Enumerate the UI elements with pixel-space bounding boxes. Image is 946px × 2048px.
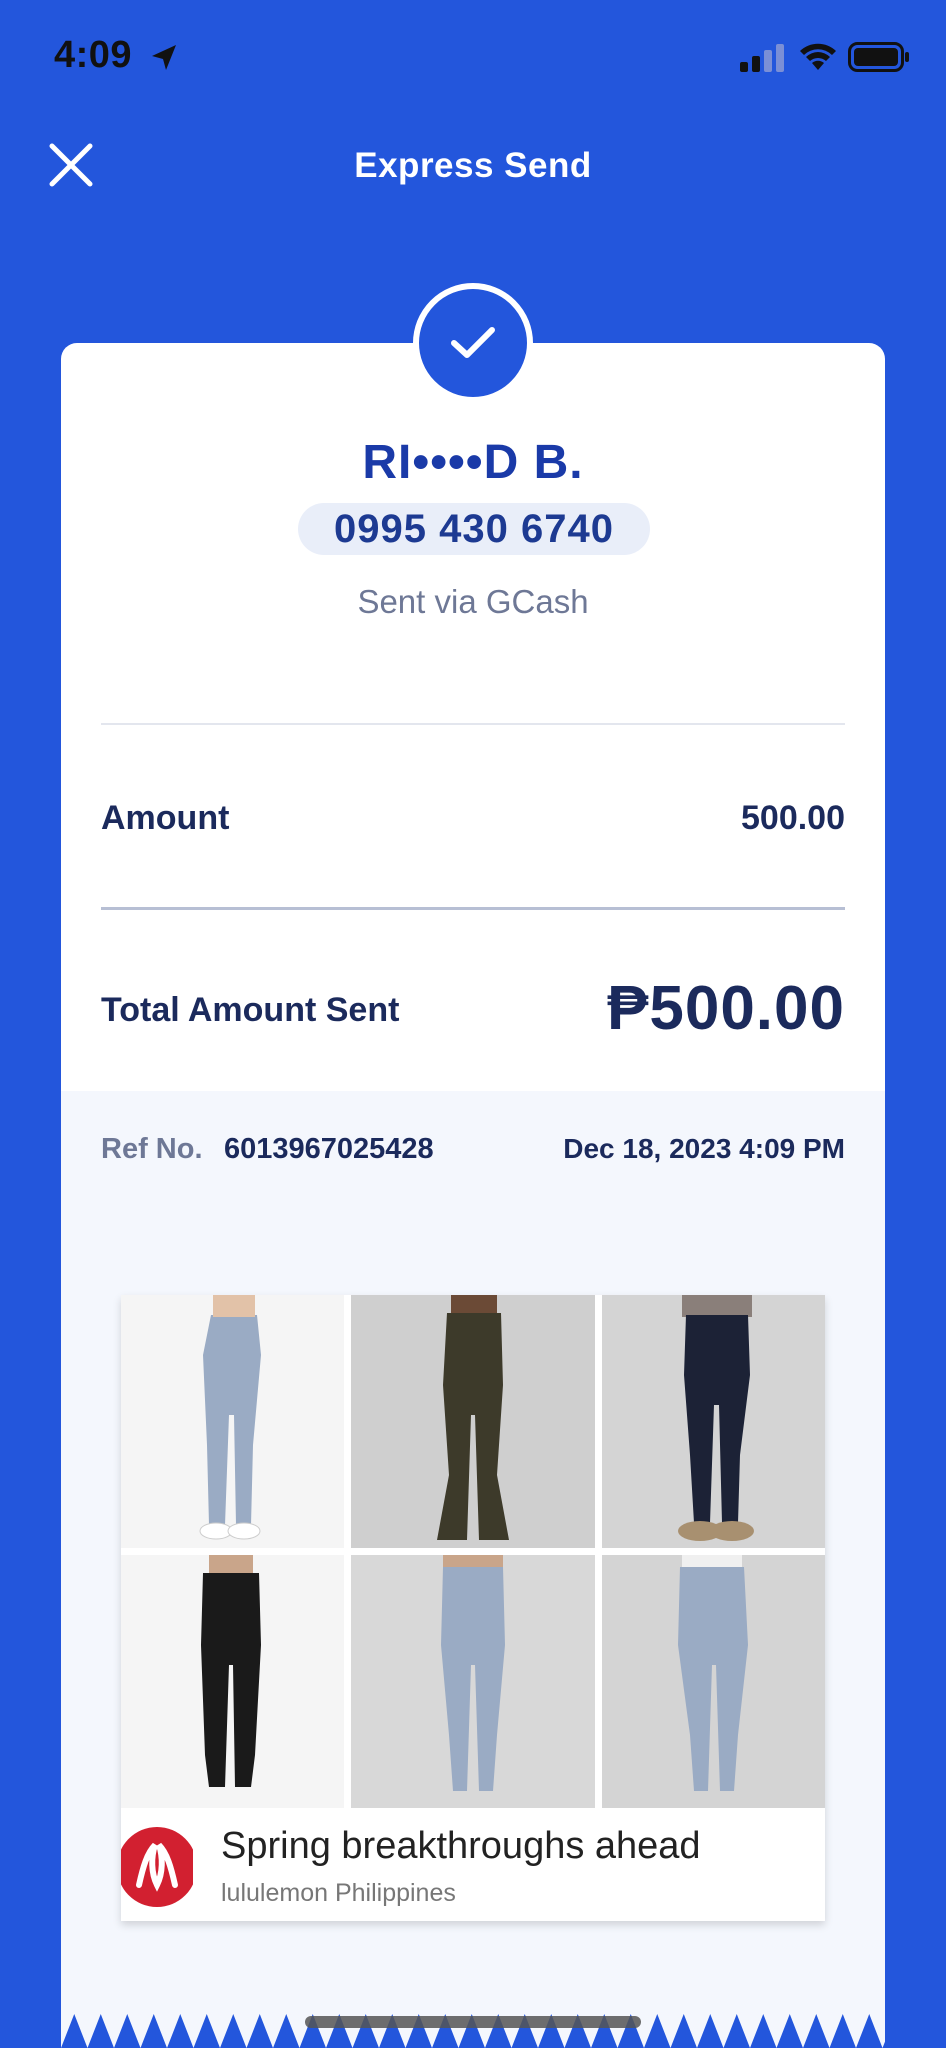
- lululemon-logo: [121, 1827, 193, 1907]
- product-tile-1[interactable]: [121, 1295, 344, 1548]
- ad-product-grid[interactable]: [121, 1295, 825, 1813]
- divider: [101, 723, 845, 725]
- recipient-number: 0995 430 6740: [298, 503, 650, 555]
- product-tile-3[interactable]: [602, 1295, 825, 1548]
- transaction-date: Dec 18, 2023 4:09 PM: [563, 1133, 845, 1164]
- home-indicator: [305, 2016, 641, 2028]
- divider: [101, 907, 845, 910]
- joggers-image: [201, 1555, 261, 1787]
- ad-footer[interactable]: Spring breakthroughs ahead lululemon Phi…: [121, 1813, 825, 1921]
- location-arrow-icon: [152, 45, 176, 70]
- total-value: ₱500.00: [607, 974, 845, 1043]
- success-badge: [413, 283, 533, 403]
- checkmark-icon: [451, 327, 495, 358]
- recipient-name: RI••••D B.: [362, 436, 584, 489]
- wifi-icon: [800, 43, 836, 70]
- leggings-image: [678, 1295, 754, 1541]
- page-title: Express Send: [354, 146, 592, 185]
- ad-headline[interactable]: Spring breakthroughs ahead: [221, 1825, 701, 1868]
- leggings-image: [199, 1295, 261, 1540]
- battery-icon: [848, 42, 909, 72]
- ad-banner[interactable]: Spring breakthroughs ahead lululemon Phi…: [121, 1295, 825, 1921]
- product-tile-2[interactable]: [351, 1295, 595, 1548]
- sent-via-label: Sent via GCash: [357, 583, 589, 620]
- product-tile-5[interactable]: [351, 1555, 595, 1808]
- leggings-image: [678, 1555, 748, 1791]
- total-label: Total Amount Sent: [101, 991, 400, 1029]
- ref-number: 6013967025428: [224, 1133, 434, 1165]
- flare-pants-image: [437, 1295, 509, 1540]
- amount-value: 500.00: [741, 799, 845, 837]
- status-bar: 4:09: [0, 0, 946, 110]
- ad-advertiser: lululemon Philippines: [221, 1879, 456, 1907]
- amount-label: Amount: [101, 799, 230, 837]
- status-time: 4:09: [54, 34, 133, 76]
- receipt-zigzag-edge: [61, 2014, 885, 2048]
- cellular-signal-icon: [740, 44, 784, 72]
- product-tile-4[interactable]: [121, 1555, 344, 1808]
- product-tile-6[interactable]: [602, 1555, 825, 1808]
- leggings-image: [441, 1555, 505, 1791]
- ref-label: Ref No.: [101, 1133, 203, 1165]
- receipt-card: RI••••D B. 0995 430 6740 Sent via GCash …: [61, 343, 885, 2048]
